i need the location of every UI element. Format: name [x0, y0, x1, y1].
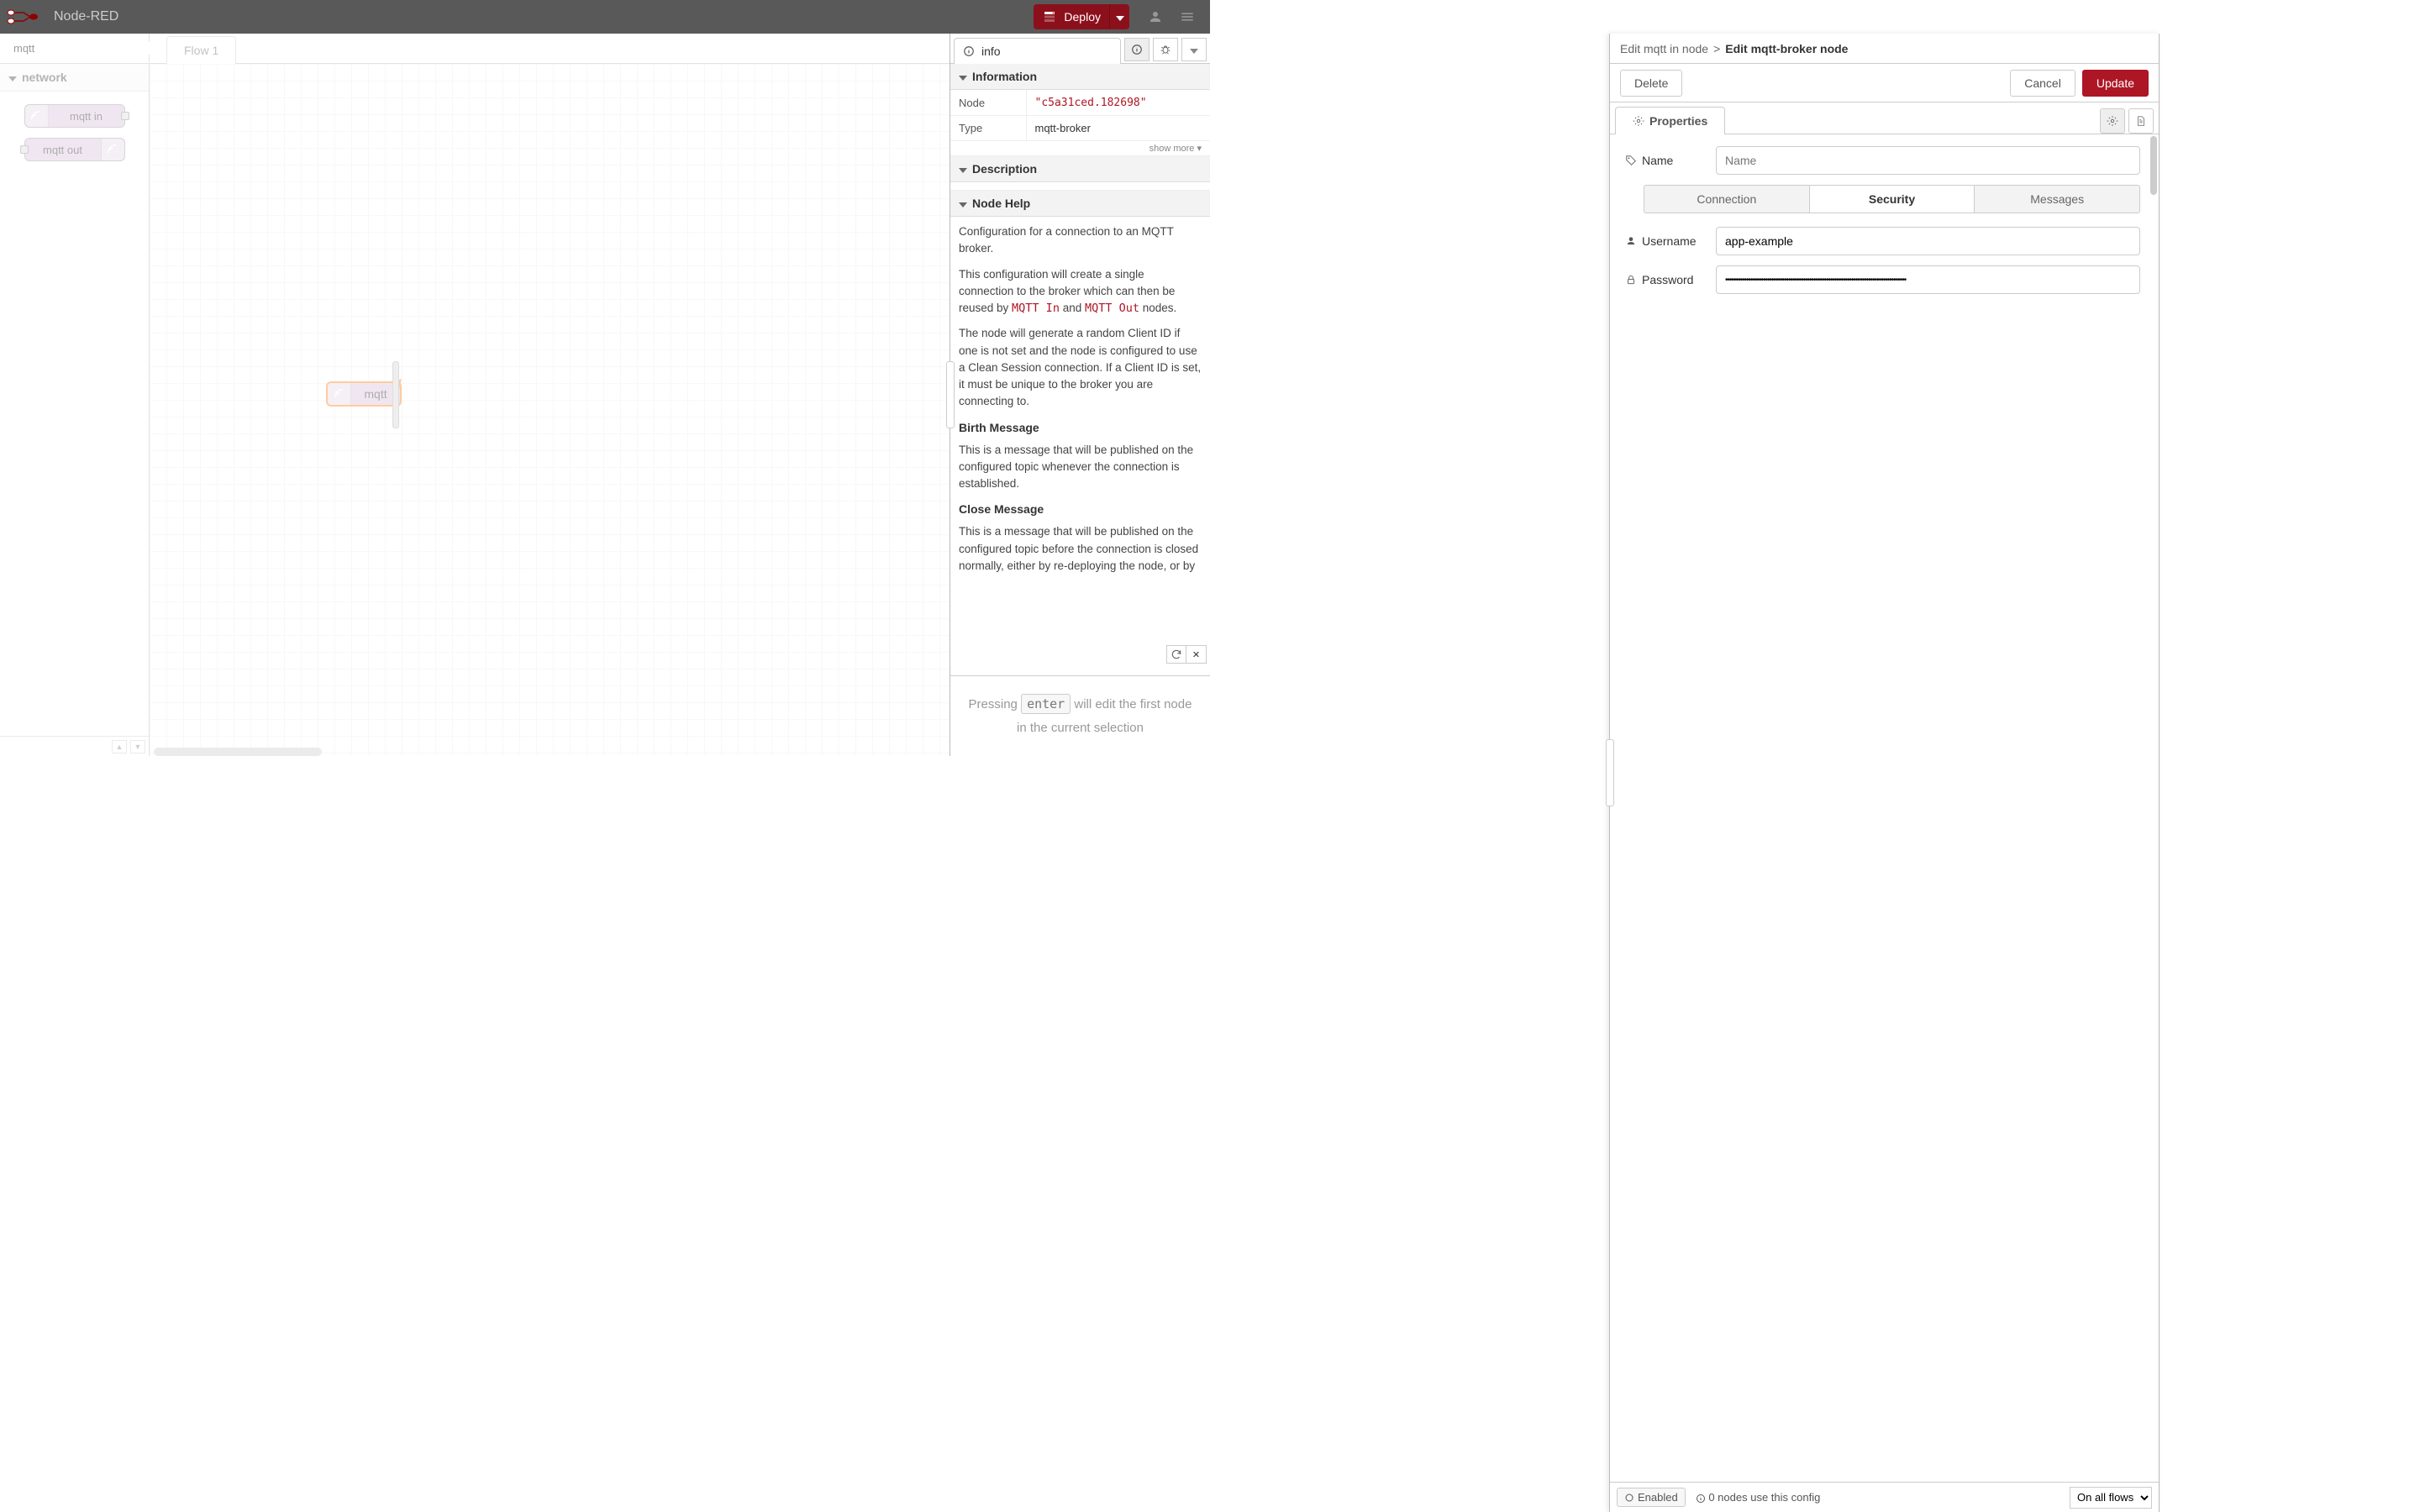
- palette-search: ×: [0, 34, 149, 64]
- section-description[interactable]: Description: [950, 156, 1210, 182]
- sidebar-tabs: info: [950, 34, 1210, 64]
- gear-icon: [1633, 115, 1644, 127]
- deploy-icon: [1042, 9, 1057, 24]
- flow-node-mqtt-in[interactable]: mqtt: [326, 381, 402, 407]
- node-help-content: Configuration for a connection to an MQT…: [950, 217, 1210, 675]
- mqtt-icon: [101, 139, 124, 160]
- info-row-node: Node "c5a31ced.182698": [950, 90, 1210, 116]
- breadcrumb-prev[interactable]: Edit mqtt in node: [1620, 42, 1708, 55]
- user-icon: [1625, 235, 1637, 247]
- file-icon: [2135, 115, 2147, 127]
- palette-node-mqtt-in[interactable]: mqtt in: [24, 104, 125, 128]
- subtab-messages[interactable]: Messages: [1975, 185, 2140, 213]
- help-close-button[interactable]: ✕: [1186, 645, 1207, 664]
- app-name: Node-RED: [54, 9, 118, 24]
- palette-panel: × network mqtt in mqtt out: [0, 34, 150, 756]
- delete-button[interactable]: Delete: [1620, 70, 1682, 97]
- node-id-value: "c5a31ced.182698": [1035, 97, 1147, 109]
- tray-actions: Delete Cancel Update: [1610, 64, 2159, 102]
- circle-icon: [1624, 1493, 1634, 1503]
- show-more-link[interactable]: show more ▾: [950, 141, 1210, 156]
- flow-tab[interactable]: Flow 1: [166, 36, 236, 64]
- deploy-button[interactable]: Deploy: [1034, 4, 1109, 29]
- help-mini-toolbar: ✕: [1166, 645, 1207, 664]
- update-button[interactable]: Update: [2082, 70, 2149, 97]
- tab-properties[interactable]: Properties: [1615, 107, 1725, 134]
- palette-node-mqtt-out[interactable]: mqtt out: [24, 138, 125, 161]
- tray-tabs: Properties: [1610, 102, 2159, 134]
- palette-search-input[interactable]: [13, 42, 161, 55]
- tray-breadcrumb: Edit mqtt in node > Edit mqtt-broker nod…: [1610, 34, 2159, 64]
- info-icon: [963, 45, 975, 57]
- deploy-menu-caret[interactable]: [1109, 4, 1129, 29]
- section-information[interactable]: Information: [950, 64, 1210, 90]
- sidebar-tip: Pressing enter will edit the first node …: [950, 675, 1210, 756]
- flow-tabs: Flow 1: [150, 34, 950, 64]
- sidebar-tab-info[interactable]: info: [954, 38, 1121, 64]
- palette-category-network[interactable]: network: [0, 64, 149, 92]
- scope-select[interactable]: On all flows: [2070, 1487, 2152, 1509]
- subtab-security[interactable]: Security: [1809, 185, 1975, 213]
- user-menu[interactable]: [1139, 0, 1171, 34]
- chevron-down-icon: [959, 197, 967, 210]
- palette-footer: ▲ ▼: [0, 736, 149, 756]
- name-input[interactable]: [1716, 146, 2140, 175]
- flow-canvas[interactable]: mqtt: [150, 64, 950, 756]
- edit-tray: Edit mqtt in node > Edit mqtt-broker nod…: [1609, 34, 2160, 1512]
- sidebar-panel: info Information Node "c5a31ced.182698" …: [950, 34, 1210, 756]
- chevron-down-icon: [959, 162, 967, 176]
- workspace: Flow 1 mqtt: [150, 34, 950, 756]
- help-refresh-button[interactable]: [1166, 645, 1186, 664]
- sidebar-tab-menu[interactable]: [1181, 38, 1207, 61]
- info-table: Node "c5a31ced.182698" Type mqtt-broker: [950, 90, 1210, 141]
- sidebar-tab-info-icon[interactable]: [1124, 38, 1150, 61]
- info-row-type: Type mqtt-broker: [950, 116, 1210, 141]
- chevron-down-icon: [959, 70, 967, 83]
- username-input[interactable]: [1716, 227, 2140, 255]
- hamburger-icon: [1180, 9, 1195, 24]
- app-header: Node-RED Deploy: [0, 0, 1210, 34]
- breadcrumb-current: Edit mqtt-broker node: [1725, 42, 1848, 55]
- chevron-down-icon: [8, 71, 17, 84]
- canvas-resize-handle[interactable]: [392, 361, 399, 428]
- properties-form: Name Connection Security Messages Userna…: [1610, 134, 2159, 1482]
- info-icon: [1696, 1494, 1706, 1504]
- mqtt-icon: [328, 383, 351, 405]
- palette-expand-all-button[interactable]: ▼: [130, 740, 145, 753]
- palette-collapse-all-button[interactable]: ▲: [112, 740, 127, 753]
- refresh-icon: [1171, 648, 1182, 660]
- cancel-button[interactable]: Cancel: [2010, 70, 2075, 97]
- usage-text: 0 nodes use this config: [1696, 1491, 1821, 1504]
- canvas-horizontal-scrollbar[interactable]: [150, 748, 950, 756]
- info-icon: [1131, 44, 1143, 55]
- lock-icon: [1625, 274, 1637, 286]
- gear-icon: [2107, 115, 2118, 127]
- main-menu[interactable]: [1171, 0, 1203, 34]
- broker-subtabs: Connection Security Messages: [1644, 185, 2140, 213]
- tag-icon: [1625, 155, 1637, 166]
- chevron-down-icon: [1190, 43, 1198, 56]
- form-scrollbar[interactable]: [2150, 136, 2157, 195]
- sidebar-tab-debug[interactable]: [1153, 38, 1178, 61]
- chevron-down-icon: [1116, 10, 1124, 24]
- password-input[interactable]: [1716, 265, 2140, 294]
- tray-footer: Enabled 0 nodes use this config On all f…: [1610, 1482, 2159, 1512]
- node-settings-button[interactable]: [2100, 108, 2125, 134]
- node-red-logo-icon: [7, 9, 47, 24]
- section-node-help[interactable]: Node Help: [950, 191, 1210, 217]
- node-docs-button[interactable]: [2128, 108, 2154, 134]
- enabled-toggle[interactable]: Enabled: [1617, 1488, 1686, 1507]
- logo: Node-RED: [7, 9, 118, 24]
- user-icon: [1148, 9, 1163, 24]
- kbd-enter: enter: [1021, 694, 1071, 714]
- mqtt-icon: [25, 105, 49, 127]
- bug-icon: [1160, 44, 1171, 55]
- subtab-connection[interactable]: Connection: [1644, 185, 1809, 213]
